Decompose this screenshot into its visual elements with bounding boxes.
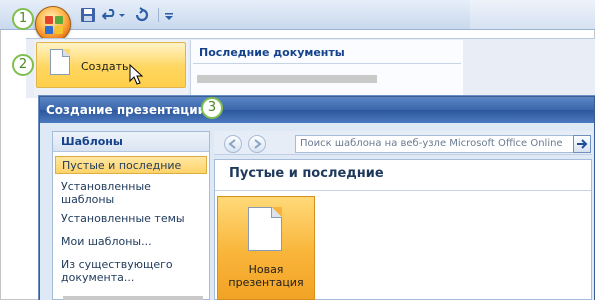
- customize-toolbar-icon[interactable]: [164, 7, 174, 23]
- mouse-cursor-icon: [129, 64, 144, 85]
- search-bar: Поиск шаблона на веб-узле Microsoft Offi…: [214, 131, 592, 155]
- step-marker-1: 1: [12, 8, 34, 30]
- sidebar-item-installed-themes[interactable]: Установленные темы: [55, 212, 207, 225]
- new-presentation-dialog: Создание презентации Шаблоны Пустые и по…: [39, 96, 595, 300]
- arrow-left-icon: [228, 139, 236, 149]
- office-button[interactable]: [35, 6, 71, 42]
- recent-documents-title: Последние документы: [199, 46, 345, 59]
- sidebar-item-from-existing[interactable]: Из существующего документа...: [55, 258, 175, 284]
- search-go-button[interactable]: [573, 135, 591, 153]
- divider: [193, 63, 461, 64]
- dialog-title: Создание презентации: [46, 103, 207, 117]
- templates-header-label: Шаблоны: [61, 135, 123, 148]
- toolbar-separator: [158, 8, 159, 22]
- dialog-body: Шаблоны Пустые и последние Установленные…: [40, 123, 594, 300]
- undo-icon[interactable]: [102, 7, 118, 23]
- templates-header: Шаблоны: [53, 132, 209, 152]
- create-menu-item[interactable]: Создать: [36, 42, 186, 88]
- divider: [215, 190, 591, 191]
- create-label: Создать: [81, 60, 129, 73]
- recent-documents-panel: Последние документы: [190, 40, 463, 96]
- redo-icon[interactable]: [134, 7, 150, 23]
- step-marker-2: 2: [12, 54, 34, 76]
- arrow-right-icon: [254, 139, 262, 149]
- sidebar-scrollbar[interactable]: [63, 296, 203, 300]
- templates-sidebar: Шаблоны Пустые и последние Установленные…: [52, 131, 210, 300]
- back-button[interactable]: [224, 135, 242, 153]
- forward-button[interactable]: [248, 135, 266, 153]
- new-presentation-tile[interactable]: Новая презентация: [217, 196, 315, 300]
- tile-label: Новая презентация: [228, 263, 304, 289]
- recent-document-item[interactable]: [197, 75, 377, 83]
- title-bar-area: [470, 0, 595, 30]
- save-icon[interactable]: [80, 7, 96, 23]
- step-marker-3: 3: [201, 97, 223, 119]
- template-search-input[interactable]: Поиск шаблона на веб-узле Microsoft Offi…: [295, 135, 575, 153]
- office-logo-icon: [45, 16, 63, 34]
- undo-dropdown-icon[interactable]: [118, 7, 126, 23]
- dialog-title-bar[interactable]: Создание презентации: [40, 97, 594, 123]
- blank-document-icon: [248, 207, 282, 251]
- new-document-icon: [50, 49, 70, 75]
- sidebar-item-installed-templates[interactable]: Установленные шаблоны: [55, 180, 175, 206]
- sidebar-item-blank-recent[interactable]: Пустые и последние: [55, 156, 207, 174]
- templates-content: Пустые и последние Новая презентация: [214, 159, 592, 300]
- section-title: Пустые и последние: [229, 166, 384, 181]
- sidebar-item-my-templates[interactable]: Мои шаблоны...: [55, 235, 207, 248]
- arrow-right-icon: [577, 139, 588, 149]
